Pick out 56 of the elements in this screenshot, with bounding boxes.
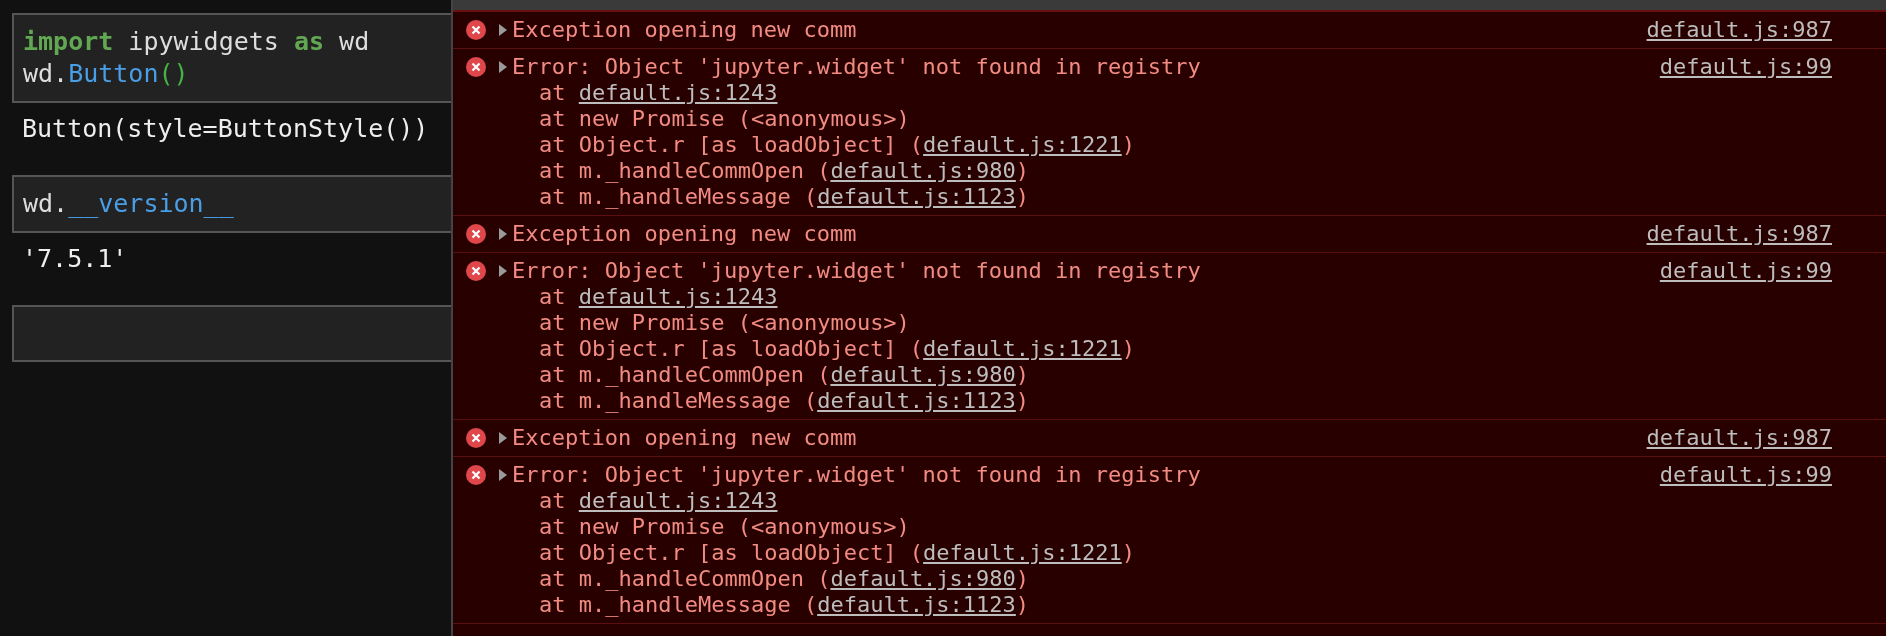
source-link[interactable]: default.js:99 bbox=[1659, 54, 1832, 80]
stack-frame: at Object.r [as loadObject] (default.js:1221) bbox=[539, 132, 1136, 158]
source-link[interactable]: default.js:1243 bbox=[578, 488, 778, 513]
source-link[interactable]: default.js:987 bbox=[1646, 17, 1832, 43]
error-message: Error: Object 'jupyter.widget' not found in registry bbox=[512, 258, 1201, 284]
error-message: Exception opening new comm bbox=[512, 17, 857, 43]
source-link[interactable]: default.js:1123 bbox=[817, 388, 1016, 413]
source-link[interactable]: default.js:99 bbox=[1659, 462, 1832, 488]
error-icon bbox=[466, 428, 486, 448]
error-icon bbox=[466, 20, 486, 40]
expand-caret-icon[interactable] bbox=[498, 228, 508, 240]
error-message: Error: Object 'jupyter.widget' not found in registry bbox=[512, 462, 1201, 488]
source-link[interactable]: default.js:980 bbox=[830, 158, 1016, 183]
source-link[interactable]: default.js:1221 bbox=[923, 540, 1122, 565]
error-icon bbox=[466, 57, 486, 77]
stack-frame: at default.js:1243 bbox=[539, 488, 778, 514]
stack-frame: at Object.r [as loadObject] (default.js:1221) bbox=[539, 336, 1136, 362]
source-link[interactable]: default.js:99 bbox=[1659, 258, 1832, 284]
code-cell[interactable]: import ipywidgets as wd wd.Button() bbox=[12, 13, 451, 103]
expand-caret-icon[interactable] bbox=[498, 469, 508, 481]
source-link[interactable]: default.js:1123 bbox=[817, 184, 1016, 209]
source-link[interactable]: default.js:980 bbox=[830, 566, 1016, 591]
source-link[interactable]: default.js:980 bbox=[830, 362, 1016, 387]
stack-frame: at m._handleMessage (default.js:1123) bbox=[539, 184, 1030, 210]
error-icon bbox=[466, 465, 486, 485]
source-link[interactable]: default.js:1221 bbox=[923, 132, 1122, 157]
code-cell[interactable]: wd.__version__ bbox=[12, 175, 451, 233]
cell-output: '7.5.1' bbox=[22, 243, 129, 275]
stack-frame: at m._handleMessage (default.js:1123) bbox=[539, 388, 1030, 414]
expand-caret-icon[interactable] bbox=[498, 24, 508, 36]
stack-frame: at new Promise (<anonymous>) bbox=[539, 106, 910, 132]
stack-frame: at Object.r [as loadObject] (default.js:1221) bbox=[539, 540, 1136, 566]
stack-frame: at new Promise (<anonymous>) bbox=[539, 514, 910, 540]
stack-frame: at default.js:1243 bbox=[539, 80, 778, 106]
stack-frame: at m._handleCommOpen (default.js:980) bbox=[539, 566, 1030, 592]
source-link[interactable]: default.js:1221 bbox=[923, 336, 1122, 361]
source-link[interactable]: default.js:1243 bbox=[578, 80, 778, 105]
source-link[interactable]: default.js:987 bbox=[1646, 425, 1832, 451]
expand-caret-icon[interactable] bbox=[498, 265, 508, 277]
error-message: Error: Object 'jupyter.widget' not found in registry bbox=[512, 54, 1201, 80]
stack-frame: at new Promise (<anonymous>) bbox=[539, 310, 910, 336]
source-link[interactable]: default.js:1123 bbox=[817, 592, 1016, 617]
error-icon bbox=[466, 224, 486, 244]
stack-frame: at default.js:1243 bbox=[539, 284, 778, 310]
cell-output: Button(style=ButtonStyle()) bbox=[22, 113, 430, 145]
stack-frame: at m._handleCommOpen (default.js:980) bbox=[539, 362, 1030, 388]
error-icon bbox=[466, 261, 486, 281]
code-cell[interactable] bbox=[12, 305, 451, 362]
source-link[interactable]: default.js:1243 bbox=[578, 284, 778, 309]
error-message: Exception opening new comm bbox=[512, 221, 857, 247]
stack-frame: at m._handleCommOpen (default.js:980) bbox=[539, 158, 1030, 184]
expand-caret-icon[interactable] bbox=[498, 61, 508, 73]
expand-caret-icon[interactable] bbox=[498, 432, 508, 444]
stack-frame: at m._handleMessage (default.js:1123) bbox=[539, 592, 1030, 618]
error-message: Exception opening new comm bbox=[512, 425, 857, 451]
source-link[interactable]: default.js:987 bbox=[1646, 221, 1832, 247]
